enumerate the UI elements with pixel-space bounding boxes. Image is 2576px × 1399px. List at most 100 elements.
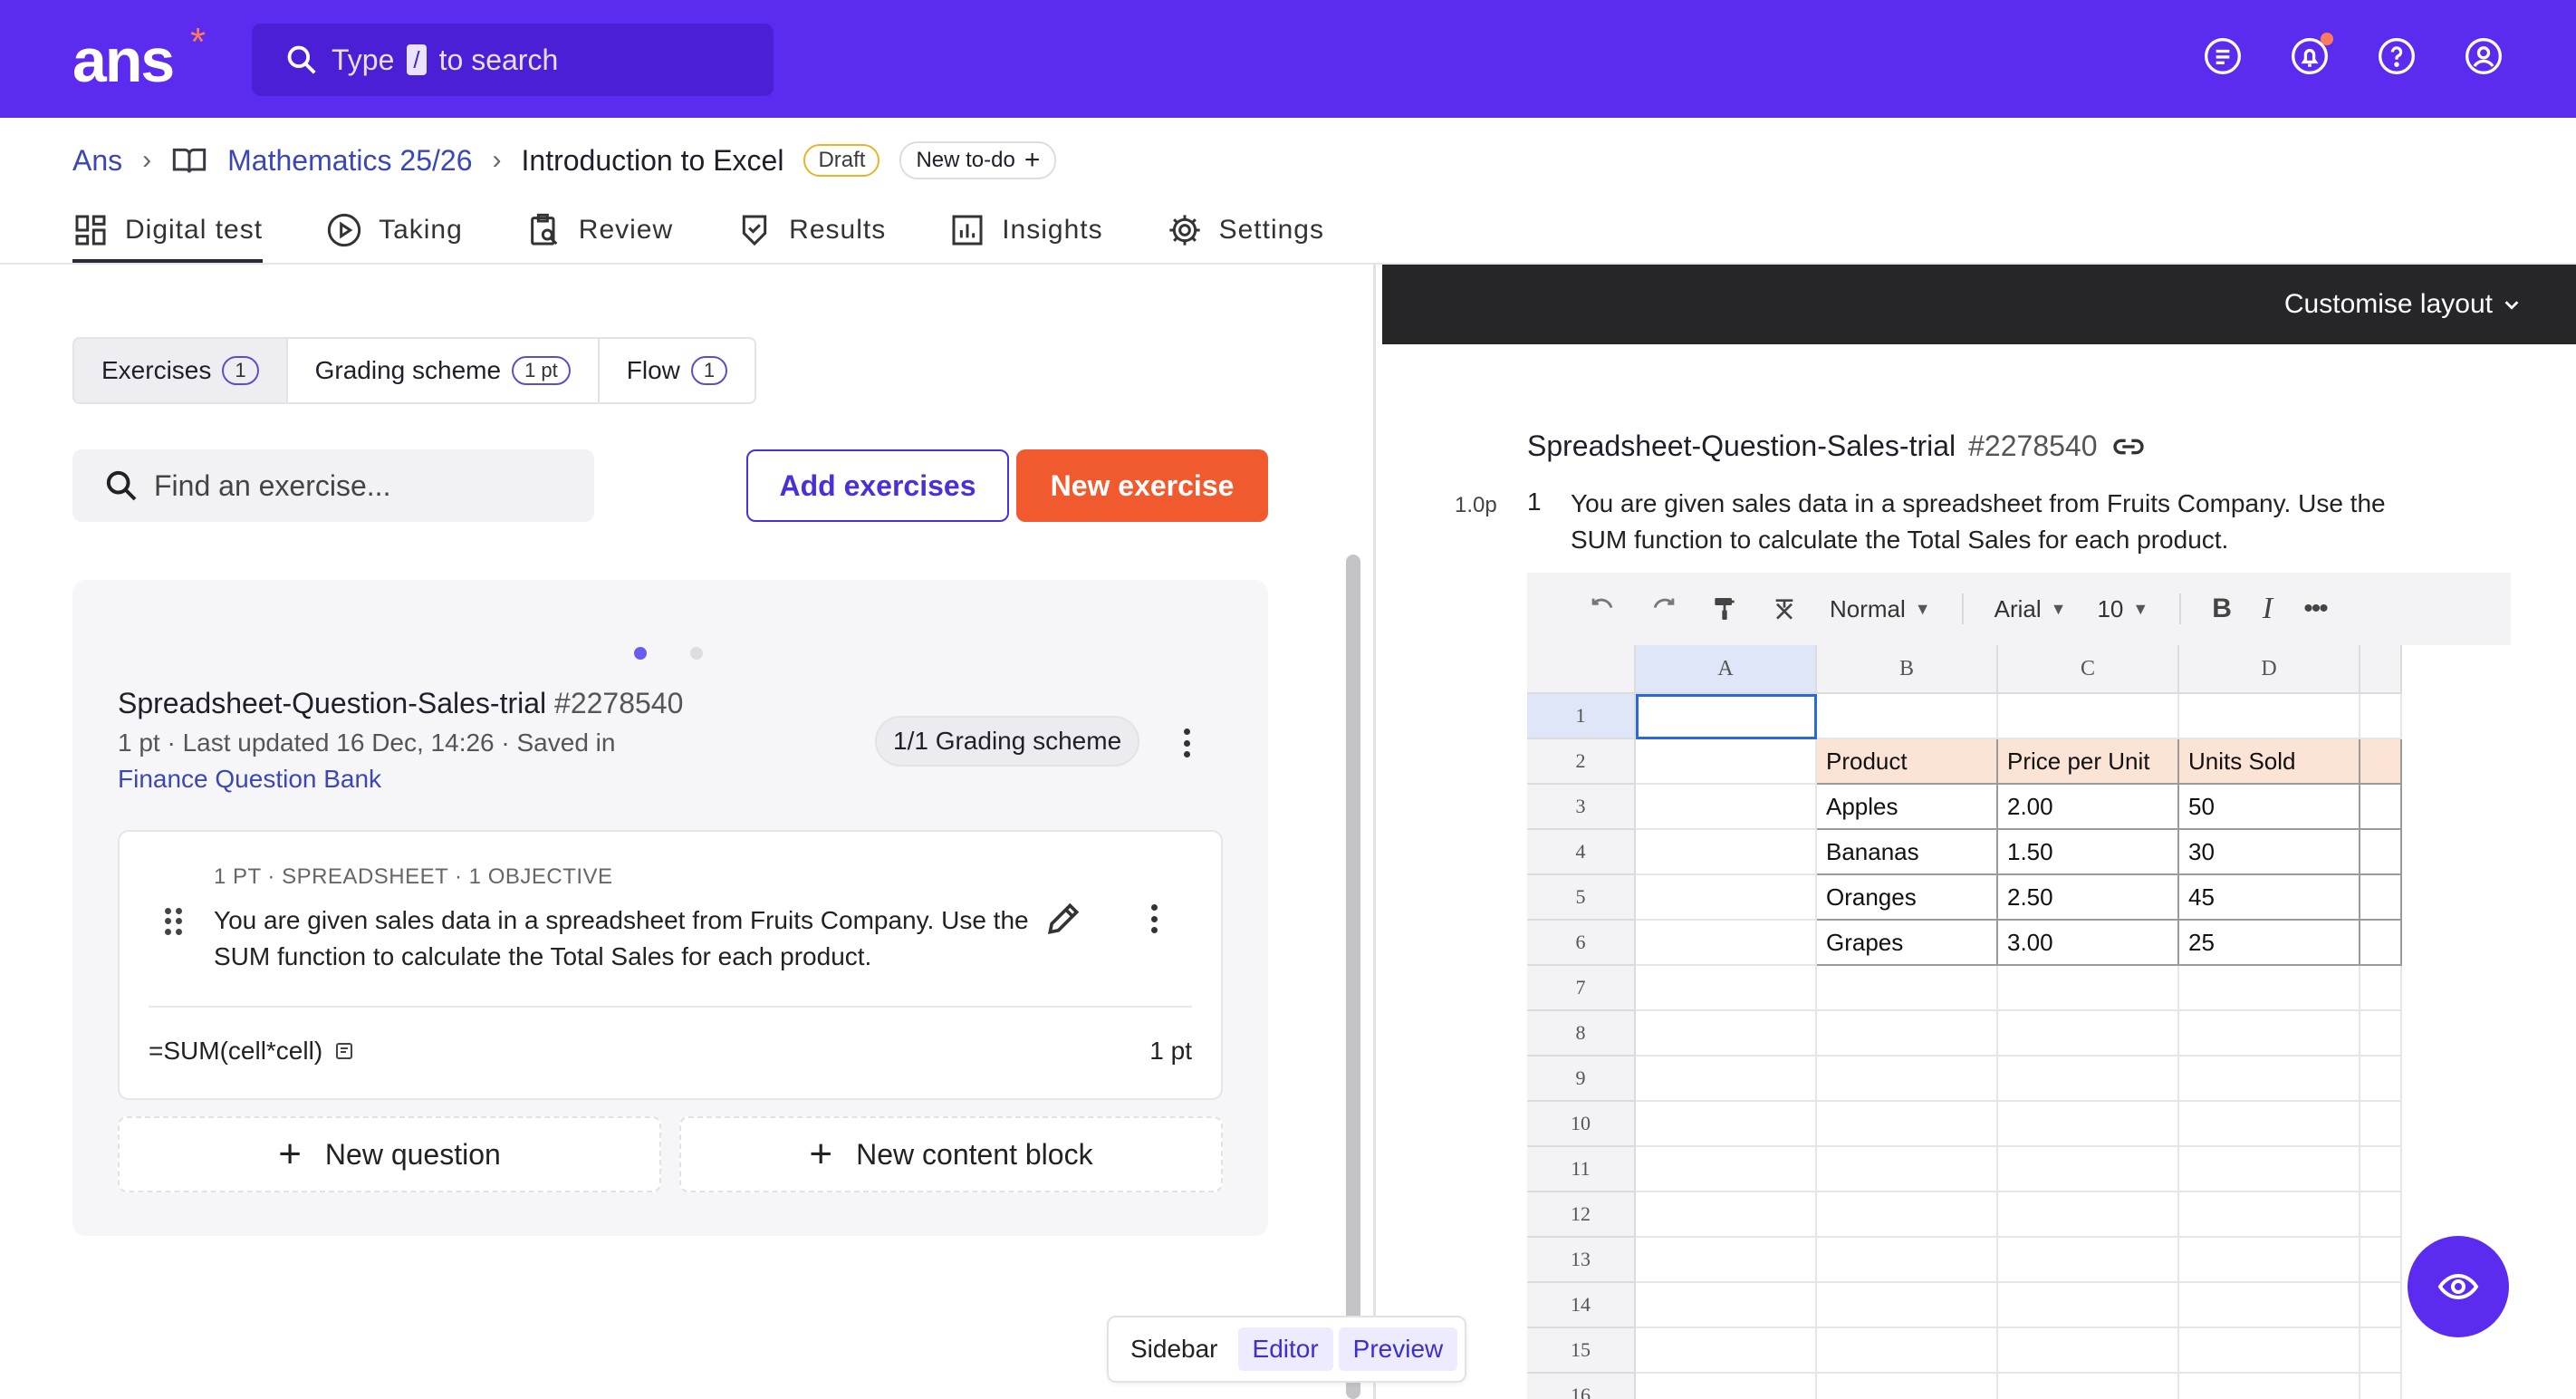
cell[interactable] <box>2360 694 2402 739</box>
cell[interactable]: 45 <box>2179 875 2360 921</box>
view-sidebar[interactable]: Sidebar <box>1116 1327 1233 1371</box>
cell[interactable]: 2.00 <box>1998 785 2179 830</box>
corner-cell[interactable] <box>1527 645 1636 694</box>
cell[interactable] <box>2179 1328 2360 1374</box>
new-content-block-button[interactable]: + New content block <box>679 1116 1223 1192</box>
cell[interactable] <box>1998 694 2179 739</box>
cell[interactable]: Price per Unit <box>1998 739 2179 785</box>
row-header[interactable]: 16 <box>1527 1374 1636 1399</box>
cell[interactable] <box>2360 739 2402 785</box>
subtab-exercises[interactable]: Exercises 1 <box>74 339 288 402</box>
undo-icon[interactable] <box>1587 593 1618 624</box>
row-header[interactable]: 15 <box>1527 1328 1636 1374</box>
row-header[interactable]: 8 <box>1527 1011 1636 1056</box>
cell[interactable] <box>1998 1374 2179 1399</box>
cell[interactable] <box>2360 1192 2402 1238</box>
cell[interactable]: Apples <box>1817 785 1998 830</box>
cell[interactable]: Units Sold <box>2179 739 2360 785</box>
row-header[interactable]: 2 <box>1527 739 1636 785</box>
tab-results[interactable]: Results <box>736 199 886 261</box>
panel-divider[interactable] <box>1373 263 1376 1399</box>
cell[interactable] <box>2360 875 2402 921</box>
style-dropdown[interactable]: Normal ▼ <box>1830 595 1931 623</box>
carousel-dot-active[interactable] <box>634 647 647 660</box>
cell[interactable] <box>1817 694 1998 739</box>
row-header[interactable]: 7 <box>1527 966 1636 1011</box>
cell[interactable] <box>2360 1374 2402 1399</box>
tab-settings[interactable]: Settings <box>1167 199 1324 261</box>
cell[interactable] <box>1636 830 1817 875</box>
row-header[interactable]: 4 <box>1527 830 1636 875</box>
cell[interactable] <box>2360 1011 2402 1056</box>
cell[interactable] <box>1636 966 1817 1011</box>
font-size-dropdown[interactable]: 10 ▼ <box>2097 595 2148 623</box>
pencil-icon[interactable] <box>1043 899 1083 939</box>
column-header-b[interactable]: B <box>1817 645 1998 694</box>
more-options-icon[interactable]: ••• <box>2303 593 2328 624</box>
breadcrumb-root[interactable]: Ans <box>72 144 122 178</box>
question-more-icon[interactable] <box>1145 901 1163 937</box>
tab-review[interactable]: Review <box>526 199 673 261</box>
column-header-d[interactable]: D <box>2179 645 2360 694</box>
cell[interactable] <box>2360 921 2402 966</box>
row-header[interactable]: 11 <box>1527 1147 1636 1192</box>
row-header[interactable]: 10 <box>1527 1102 1636 1147</box>
subtab-flow[interactable]: Flow 1 <box>600 339 755 402</box>
exercise-title[interactable]: Spreadsheet-Question-Sales-trial #227854… <box>118 687 683 720</box>
paint-format-icon[interactable] <box>1710 594 1739 623</box>
add-exercises-button[interactable]: Add exercises <box>746 449 1009 522</box>
bold-icon[interactable]: B <box>2212 593 2232 624</box>
cell[interactable] <box>1636 875 1817 921</box>
row-header[interactable]: 6 <box>1527 921 1636 966</box>
link-icon[interactable] <box>2110 433 2147 460</box>
row-header[interactable]: 13 <box>1527 1238 1636 1283</box>
notifications-icon[interactable] <box>2290 33 2333 76</box>
cell[interactable] <box>1998 1011 2179 1056</box>
help-icon[interactable] <box>2377 36 2417 76</box>
cell[interactable] <box>1636 1328 1817 1374</box>
cell[interactable] <box>1636 1238 1817 1283</box>
cell[interactable]: 1.50 <box>1998 830 2179 875</box>
row-header[interactable]: 9 <box>1527 1056 1636 1102</box>
cell[interactable] <box>2360 1147 2402 1192</box>
tab-taking[interactable]: Taking <box>326 199 463 261</box>
left-scrollbar[interactable] <box>1346 555 1360 1399</box>
cell[interactable] <box>2360 1238 2402 1283</box>
grading-scheme-pill[interactable]: 1/1 Grading scheme <box>875 716 1140 767</box>
cell[interactable] <box>1817 1238 1998 1283</box>
cell[interactable] <box>1636 739 1817 785</box>
font-dropdown[interactable]: Arial ▼ <box>1994 595 2067 623</box>
carousel-dot[interactable] <box>690 647 703 660</box>
cell[interactable] <box>2360 1328 2402 1374</box>
cell[interactable]: Product <box>1817 739 1998 785</box>
cell[interactable] <box>1636 785 1817 830</box>
exercise-more-icon[interactable] <box>1177 725 1196 761</box>
cell[interactable] <box>2360 966 2402 1011</box>
clear-format-icon[interactable] <box>1770 594 1799 623</box>
cell[interactable] <box>1817 1328 1998 1374</box>
cell[interactable] <box>2360 785 2402 830</box>
cell[interactable] <box>2179 1374 2360 1399</box>
column-header-a[interactable]: A <box>1636 645 1817 694</box>
question-bank-link[interactable]: Finance Question Bank <box>118 765 381 794</box>
column-header-c[interactable]: C <box>1998 645 2179 694</box>
cell[interactable] <box>2179 966 2360 1011</box>
cell[interactable] <box>2179 1283 2360 1328</box>
cell[interactable]: 3.00 <box>1998 921 2179 966</box>
cell[interactable] <box>2179 694 2360 739</box>
cell[interactable] <box>2179 1011 2360 1056</box>
cell[interactable] <box>1636 1374 1817 1399</box>
user-account-icon[interactable] <box>2464 36 2504 76</box>
cell[interactable] <box>1998 966 2179 1011</box>
cell[interactable]: 50 <box>2179 785 2360 830</box>
row-header[interactable]: 14 <box>1527 1283 1636 1328</box>
view-preview[interactable]: Preview <box>1338 1327 1458 1371</box>
cell[interactable] <box>1817 1374 1998 1399</box>
preview-eye-button[interactable] <box>2408 1236 2509 1337</box>
cell[interactable]: 30 <box>2179 830 2360 875</box>
column-header-e[interactable] <box>2360 645 2402 694</box>
cell[interactable] <box>2179 1147 2360 1192</box>
messages-icon[interactable] <box>2203 36 2243 76</box>
ans-logo[interactable]: ans * <box>72 20 206 96</box>
cell[interactable] <box>1636 1147 1817 1192</box>
